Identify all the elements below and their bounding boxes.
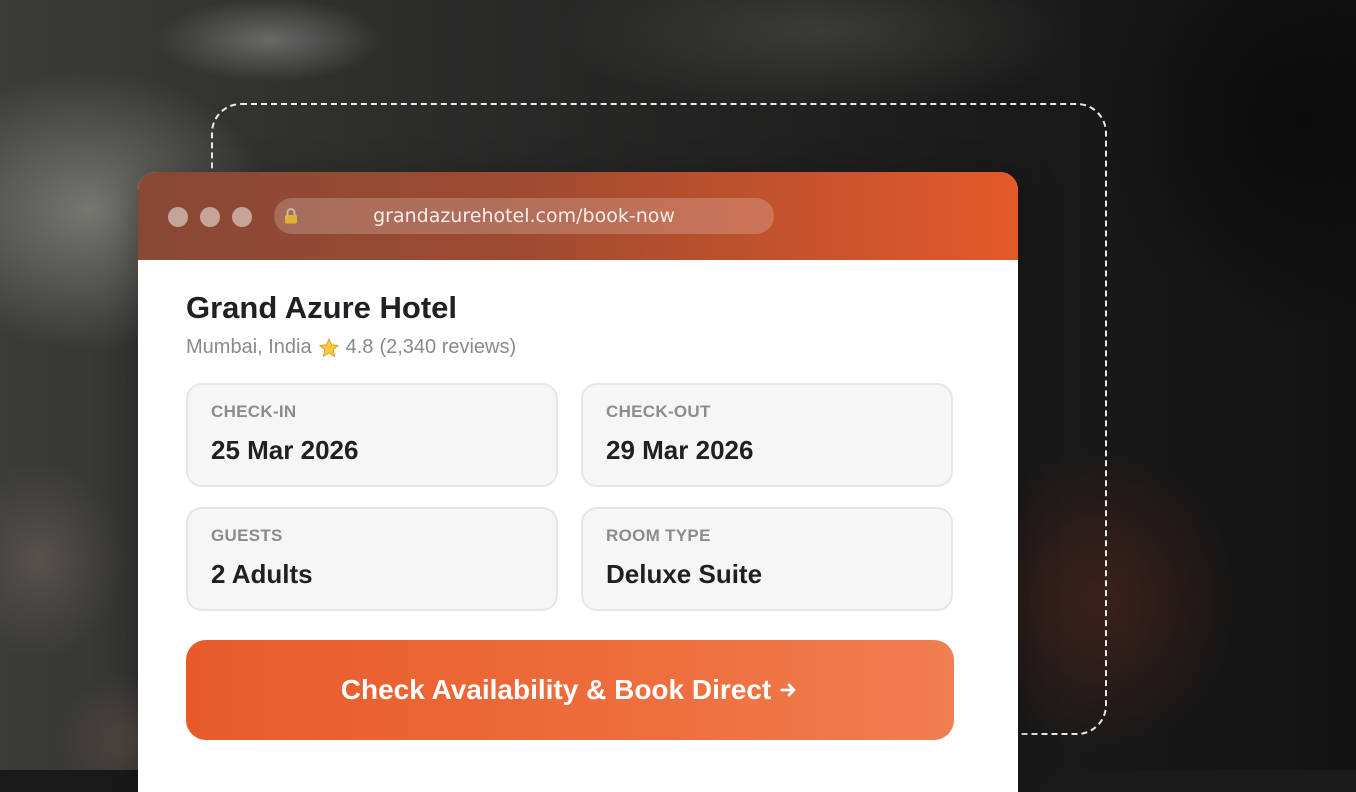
hotel-location: Mumbai, India	[186, 336, 312, 358]
guests-label: GUESTS	[211, 526, 283, 545]
guests-field[interactable]: GUESTS 2 Adults	[186, 507, 558, 611]
check-in-label: CHECK-IN	[211, 402, 297, 421]
url-text[interactable]: grandazurehotel.com/book-now	[274, 198, 774, 234]
hotel-subline: Mumbai, India 4.8 (2,340 reviews)	[186, 336, 516, 359]
browser-titlebar: grandazurehotel.com/book-now	[138, 172, 1018, 260]
check-in-value[interactable]: 25 Mar 2026	[211, 435, 358, 466]
star-icon	[318, 337, 339, 357]
check-out-field[interactable]: CHECK-OUT 29 Mar 2026	[581, 383, 953, 487]
check-out-label: CHECK-OUT	[606, 402, 711, 421]
check-in-field[interactable]: CHECK-IN 25 Mar 2026	[186, 383, 558, 487]
book-direct-label: Check Availability & Book Direct	[340, 674, 772, 705]
guests-value[interactable]: 2 Adults	[211, 559, 313, 590]
address-bar[interactable]: grandazurehotel.com/book-now	[274, 198, 774, 234]
book-direct-button[interactable]: Check Availability & Book Direct	[186, 640, 954, 740]
hotel-reviews: (2,340 reviews)	[379, 336, 517, 358]
hotel-rating: 4.8	[345, 336, 374, 358]
room-type-field[interactable]: ROOM TYPE Deluxe Suite	[581, 507, 953, 611]
window-control-maximize[interactable]	[232, 207, 252, 227]
hotel-name: Grand Azure Hotel	[186, 290, 457, 325]
check-out-value[interactable]: 29 Mar 2026	[606, 435, 753, 466]
window-control-close[interactable]	[168, 207, 188, 227]
arrow-right-icon	[780, 683, 796, 697]
browser-window: grandazurehotel.com/book-now Grand Azure…	[138, 172, 1018, 792]
room-type-label: ROOM TYPE	[606, 526, 711, 545]
window-control-minimize[interactable]	[200, 207, 220, 227]
room-type-value[interactable]: Deluxe Suite	[606, 559, 762, 590]
